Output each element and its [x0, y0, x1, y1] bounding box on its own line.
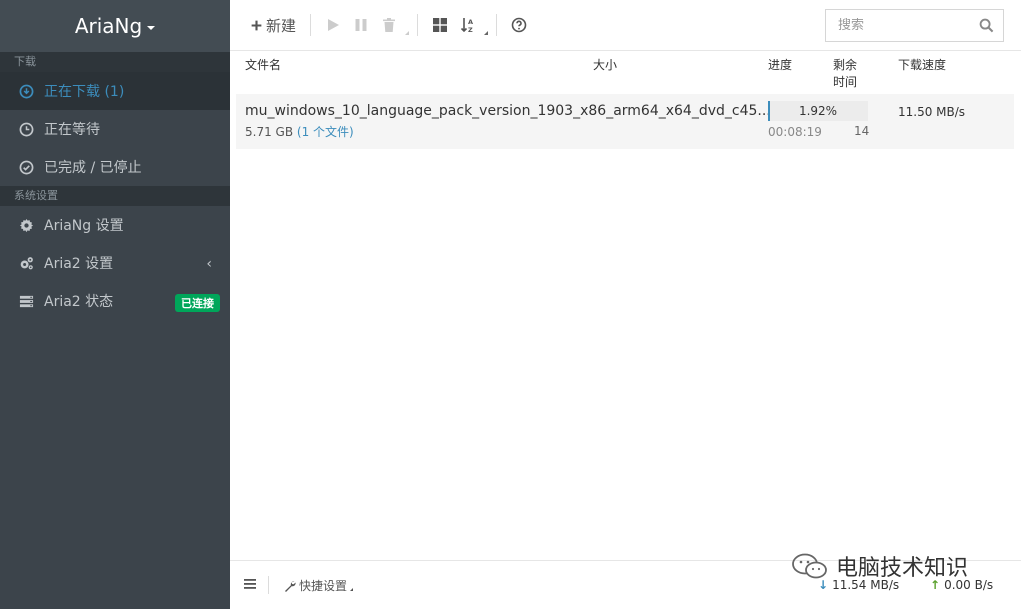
sidebar-item-aria2-status[interactable]: Aria2 状态 已连接: [0, 282, 230, 320]
connection-status-badge: 已连接: [175, 294, 220, 312]
sidebar-item-label: 正在等待: [44, 122, 100, 138]
sidebar-item-downloading[interactable]: 正在下载 (1): [0, 72, 230, 110]
sidebar-item-waiting[interactable]: 正在等待: [0, 110, 230, 148]
sidebar-item-stopped[interactable]: 已完成 / 已停止: [0, 148, 230, 186]
new-task-button[interactable]: 新建: [244, 10, 302, 40]
sort-alpha-icon: AZ: [460, 18, 473, 33]
check-circle-icon: [18, 159, 34, 175]
sidebar-item-label: Aria2 设置: [44, 256, 114, 272]
svg-text:A: A: [468, 18, 473, 26]
hamburger-icon: [244, 579, 256, 589]
search-input[interactable]: [838, 18, 978, 33]
pause-button[interactable]: [347, 10, 375, 40]
quick-settings-button[interactable]: 快捷设置: [284, 577, 354, 594]
column-header-speed[interactable]: 下载速度: [898, 56, 946, 73]
column-header-remaining-line1: 剩余: [833, 58, 858, 72]
remaining-time: 00:08:19: [768, 125, 822, 139]
watermark: 电脑技术知识: [790, 550, 968, 582]
column-header-remaining[interactable]: 剩余 时间: [833, 56, 857, 90]
column-header-remaining-line2: 时间: [833, 75, 858, 89]
task-file-name[interactable]: mu_windows_10_language_pack_version_1903…: [245, 103, 771, 119]
delete-button[interactable]: [375, 10, 410, 40]
search-box: [825, 9, 1004, 42]
sidebar-item-label: AriaNg 设置: [44, 218, 124, 234]
select-all-button[interactable]: [426, 10, 454, 40]
menu-toggle-button[interactable]: [244, 578, 256, 594]
column-header-name[interactable]: 文件名: [245, 56, 281, 73]
help-button[interactable]: [505, 10, 533, 40]
section-header-downloads: 下载: [0, 52, 230, 72]
gears-icon: [18, 255, 34, 271]
section-header-settings: 系统设置: [0, 186, 230, 206]
toolbar-divider: [310, 14, 312, 36]
task-table-header: 文件名 大小 进度 剩余 时间 下载速度: [230, 51, 1021, 93]
brand-menu[interactable]: AriaNg: [0, 0, 230, 52]
pause-icon: [355, 19, 367, 31]
dropdown-caret-icon: [484, 31, 489, 35]
task-files-link[interactable]: (1 个文件): [297, 125, 354, 139]
trash-icon: [383, 18, 396, 32]
gear-icon: [18, 217, 34, 233]
toolbar-divider: [496, 14, 498, 36]
connection-count: 14: [854, 124, 870, 138]
progress-percent: 1.92%: [798, 104, 838, 118]
dropdown-caret-icon: [350, 588, 354, 591]
task-size-value: 5.71 GB: [245, 125, 294, 139]
quick-settings-label: 快捷设置: [299, 579, 348, 593]
sidebar-item-ariang-settings[interactable]: AriaNg 设置: [0, 206, 230, 244]
dropdown-caret-icon: [405, 31, 410, 35]
task-size: 5.71 GB (1 个文件): [245, 123, 354, 140]
column-header-size[interactable]: 大小: [593, 56, 617, 73]
sidebar-item-label: 已完成 / 已停止: [44, 160, 142, 176]
brand-title: AriaNg: [74, 14, 143, 38]
footer-divider: [268, 576, 269, 594]
progress-bar: 1.92%: [768, 101, 868, 121]
grid-icon: [433, 18, 448, 32]
toolbar: 新建 AZ: [230, 0, 1021, 51]
start-button[interactable]: [319, 10, 347, 40]
chevron-left-icon: ‹: [206, 256, 212, 272]
clock-icon: [18, 121, 34, 137]
new-task-label: 新建: [266, 16, 297, 35]
wechat-icon: [792, 553, 827, 579]
plus-icon: [251, 20, 262, 30]
toolbar-divider: [417, 14, 419, 36]
sidebar: AriaNg 下载 正在下载 (1) 正在等待 已完成 / 已停止 系统设置 A…: [0, 0, 230, 609]
svg-text:Z: Z: [468, 26, 473, 33]
sort-button[interactable]: AZ: [454, 10, 489, 40]
download-speed: 11.50 MB/s: [898, 105, 966, 119]
caret-down-icon: [147, 26, 156, 30]
watermark-text: 电脑技术知识: [836, 556, 969, 581]
server-icon: [18, 293, 34, 309]
sidebar-item-aria2-settings[interactable]: Aria2 设置 ‹: [0, 244, 230, 282]
search-icon[interactable]: [979, 18, 994, 33]
question-circle-icon: [511, 17, 527, 33]
sidebar-item-label: Aria2 状态: [44, 294, 114, 310]
play-icon: [328, 19, 340, 31]
task-row[interactable]: mu_windows_10_language_pack_version_1903…: [236, 94, 1014, 149]
column-header-progress[interactable]: 进度: [768, 56, 792, 73]
download-circle-icon: [18, 83, 34, 99]
wrench-icon: [285, 580, 296, 592]
sidebar-item-label: 正在下载 (1): [44, 84, 125, 100]
